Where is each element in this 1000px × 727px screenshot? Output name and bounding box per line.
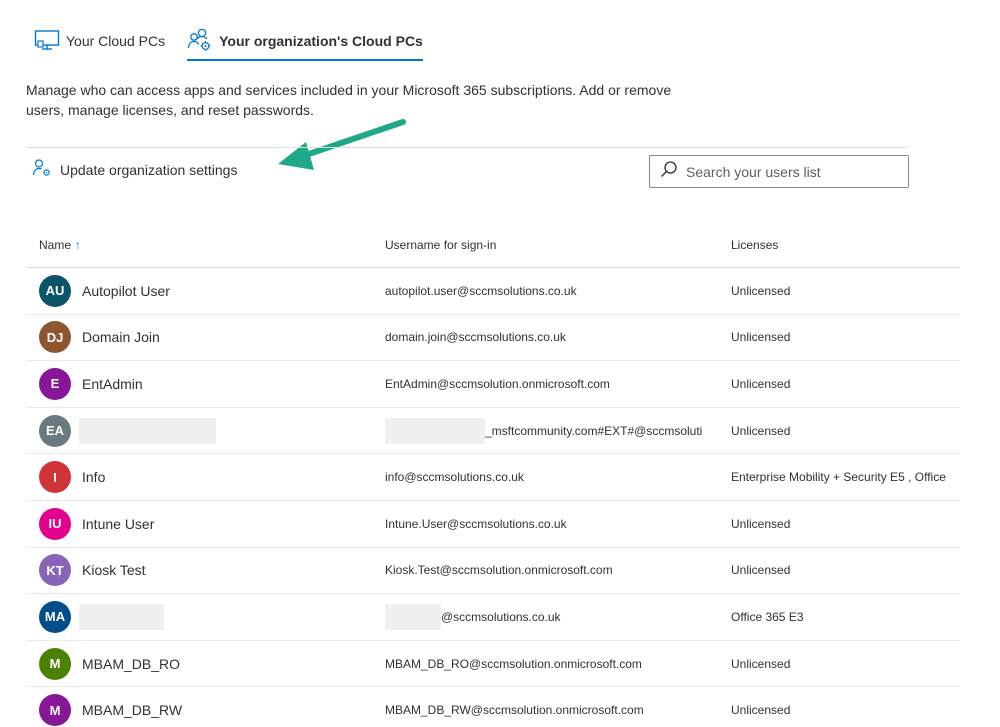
table-row[interactable]: IU Intune User Intune.User@sccmsolutions.c…	[26, 501, 960, 548]
table-row[interactable]: MA @sccmsolutions.co.uk Office 365 E3	[26, 594, 960, 641]
cell-username: autopilot.user@sccmsolutions.co.uk	[385, 284, 731, 298]
avatar: IU	[39, 507, 71, 540]
username-text: @sccmsolutions.co.uk	[441, 609, 561, 624]
username-text: autopilot.user@sccmsolutions.co.uk	[385, 283, 577, 298]
cell-name: MA	[26, 600, 385, 633]
cell-license: Enterprise Mobility + Security E5 , Offi…	[731, 470, 946, 485]
cell-username: MBAM_DB_RW@sccmsolution.onmicrosoft.com	[385, 703, 731, 717]
username-text: MBAM_DB_RO@sccmsolution.onmicrosoft.com	[385, 656, 642, 671]
search-box[interactable]	[649, 155, 909, 188]
cell-name: M MBAM_DB_RO	[26, 647, 385, 680]
search-icon	[660, 160, 686, 183]
cell-username: Intune.User@sccmsolutions.co.uk	[385, 517, 731, 531]
cell-license: Unlicensed	[731, 703, 791, 718]
cell-name: KT Kiosk Test	[26, 554, 385, 587]
username-text: domain.join@sccmsolutions.co.uk	[385, 330, 566, 345]
cell-license: Unlicensed	[731, 283, 791, 298]
user-display-name[interactable]: EntAdmin	[82, 376, 143, 392]
user-display-name[interactable]: Info	[82, 469, 105, 485]
user-display-name[interactable]: Domain Join	[82, 329, 160, 345]
cell-username: domain.join@sccmsolutions.co.uk	[385, 330, 731, 344]
username-text: MBAM_DB_RW@sccmsolution.onmicrosoft.com	[385, 703, 644, 718]
cell-license: Unlicensed	[731, 423, 791, 438]
table-row[interactable]: DJ Domain Join domain.join@sccmsolutions.c…	[26, 315, 960, 362]
username-text: info@sccmsolutions.co.uk	[385, 470, 524, 485]
table-row[interactable]: EA _msftcommunity.com#EXT#@sccmsoluti Unli…	[26, 408, 960, 455]
avatar: EA	[39, 414, 71, 447]
cell-name: I Info	[26, 461, 385, 494]
user-display-name[interactable]: MBAM_DB_RO	[82, 656, 180, 672]
avatar: E	[39, 367, 71, 400]
table-row[interactable]: KT Kiosk Test Kiosk.Test@sccmsolution.onmi…	[26, 548, 960, 595]
avatar: M	[39, 694, 71, 727]
tab-your-organizations-cloud-pcs[interactable]: Your organization's Cloud PCs	[187, 26, 423, 61]
cell-username: _msftcommunity.com#EXT#@sccmsoluti	[385, 417, 731, 444]
cell-username: EntAdmin@sccmsolution.onmicrosoft.com	[385, 377, 731, 391]
cell-license: Unlicensed	[731, 516, 791, 531]
avatar: KT	[39, 554, 71, 587]
user-display-name[interactable]: Intune User	[82, 516, 154, 532]
cell-name: M MBAM_DB_RW	[26, 694, 385, 727]
avatar: M	[39, 647, 71, 680]
user-display-name[interactable]: Kiosk Test	[82, 562, 146, 578]
avatar: I	[39, 461, 71, 494]
person-settings-icon	[32, 158, 60, 181]
avatar: MA	[39, 600, 71, 633]
username-text: EntAdmin@sccmsolution.onmicrosoft.com	[385, 376, 610, 391]
table-row[interactable]: E EntAdmin EntAdmin@sccmsolution.onmicroso…	[26, 361, 960, 408]
monitor-icon	[34, 29, 66, 54]
column-header-username[interactable]: Username for sign-in	[385, 238, 731, 252]
table-row[interactable]: M MBAM_DB_RW MBAM_DB_RW@sccmsolution.onmic…	[26, 687, 960, 727]
cell-username: @sccmsolutions.co.uk	[385, 603, 731, 630]
user-display-name[interactable]: Autopilot User	[82, 283, 170, 299]
cell-name: IU Intune User	[26, 507, 385, 540]
table-row[interactable]: I Info info@sccmsolutions.co.uk Enterprise …	[26, 454, 960, 501]
tab-your-cloud-pcs[interactable]: Your Cloud PCs	[34, 26, 165, 56]
user-display-name[interactable]: MBAM_DB_RW	[82, 702, 182, 718]
cell-name: E EntAdmin	[26, 367, 385, 400]
tab-bar: Your Cloud PCs Your organization's Cloud…	[34, 26, 423, 62]
avatar: DJ	[39, 321, 71, 354]
tab-label: Your organization's Cloud PCs	[219, 33, 423, 49]
cell-username: info@sccmsolutions.co.uk	[385, 470, 731, 484]
cell-license: Unlicensed	[731, 656, 791, 671]
username-text: _msftcommunity.com#EXT#@sccmsoluti	[485, 423, 703, 438]
divider	[26, 147, 908, 148]
users-table: Name ↑ Username for sign-in Licenses AU A…	[26, 222, 960, 727]
column-header-licenses[interactable]: Licenses	[731, 238, 960, 252]
cell-license: Unlicensed	[731, 376, 791, 391]
redacted-name	[79, 603, 164, 630]
cell-license: Unlicensed	[731, 330, 791, 345]
avatar: AU	[39, 274, 71, 307]
redacted-username	[385, 603, 441, 630]
search-input[interactable]	[686, 163, 906, 180]
cell-name: EA	[26, 414, 385, 447]
arrow-up-icon: ↑	[75, 237, 82, 252]
cell-license: Office 365 E3	[731, 609, 804, 624]
redacted-name	[79, 417, 216, 444]
table-row[interactable]: M MBAM_DB_RO MBAM_DB_RO@sccmsolution.onmic…	[26, 641, 960, 688]
cell-license: Unlicensed	[731, 563, 791, 578]
update-organization-settings-label: Update organization settings	[60, 161, 238, 178]
username-text: Kiosk.Test@sccmsolution.onmicrosoft.com	[385, 563, 613, 578]
cell-username: MBAM_DB_RO@sccmsolution.onmicrosoft.com	[385, 657, 731, 671]
table-body: AU Autopilot User autopilot.user@sccmsolut…	[26, 268, 960, 727]
people-settings-icon	[187, 27, 219, 56]
update-organization-settings-button[interactable]: Update organization settings	[32, 158, 237, 181]
redacted-username	[385, 417, 485, 444]
column-header-name[interactable]: Name ↑	[26, 238, 385, 252]
table-row[interactable]: AU Autopilot User autopilot.user@sccmsolut…	[26, 268, 960, 315]
table-header: Name ↑ Username for sign-in Licenses	[26, 222, 960, 268]
cell-name: AU Autopilot User	[26, 274, 385, 307]
username-text: Intune.User@sccmsolutions.co.uk	[385, 516, 567, 531]
cell-username: Kiosk.Test@sccmsolution.onmicrosoft.com	[385, 563, 731, 577]
cell-name: DJ Domain Join	[26, 321, 385, 354]
tab-label: Your Cloud PCs	[66, 33, 166, 49]
